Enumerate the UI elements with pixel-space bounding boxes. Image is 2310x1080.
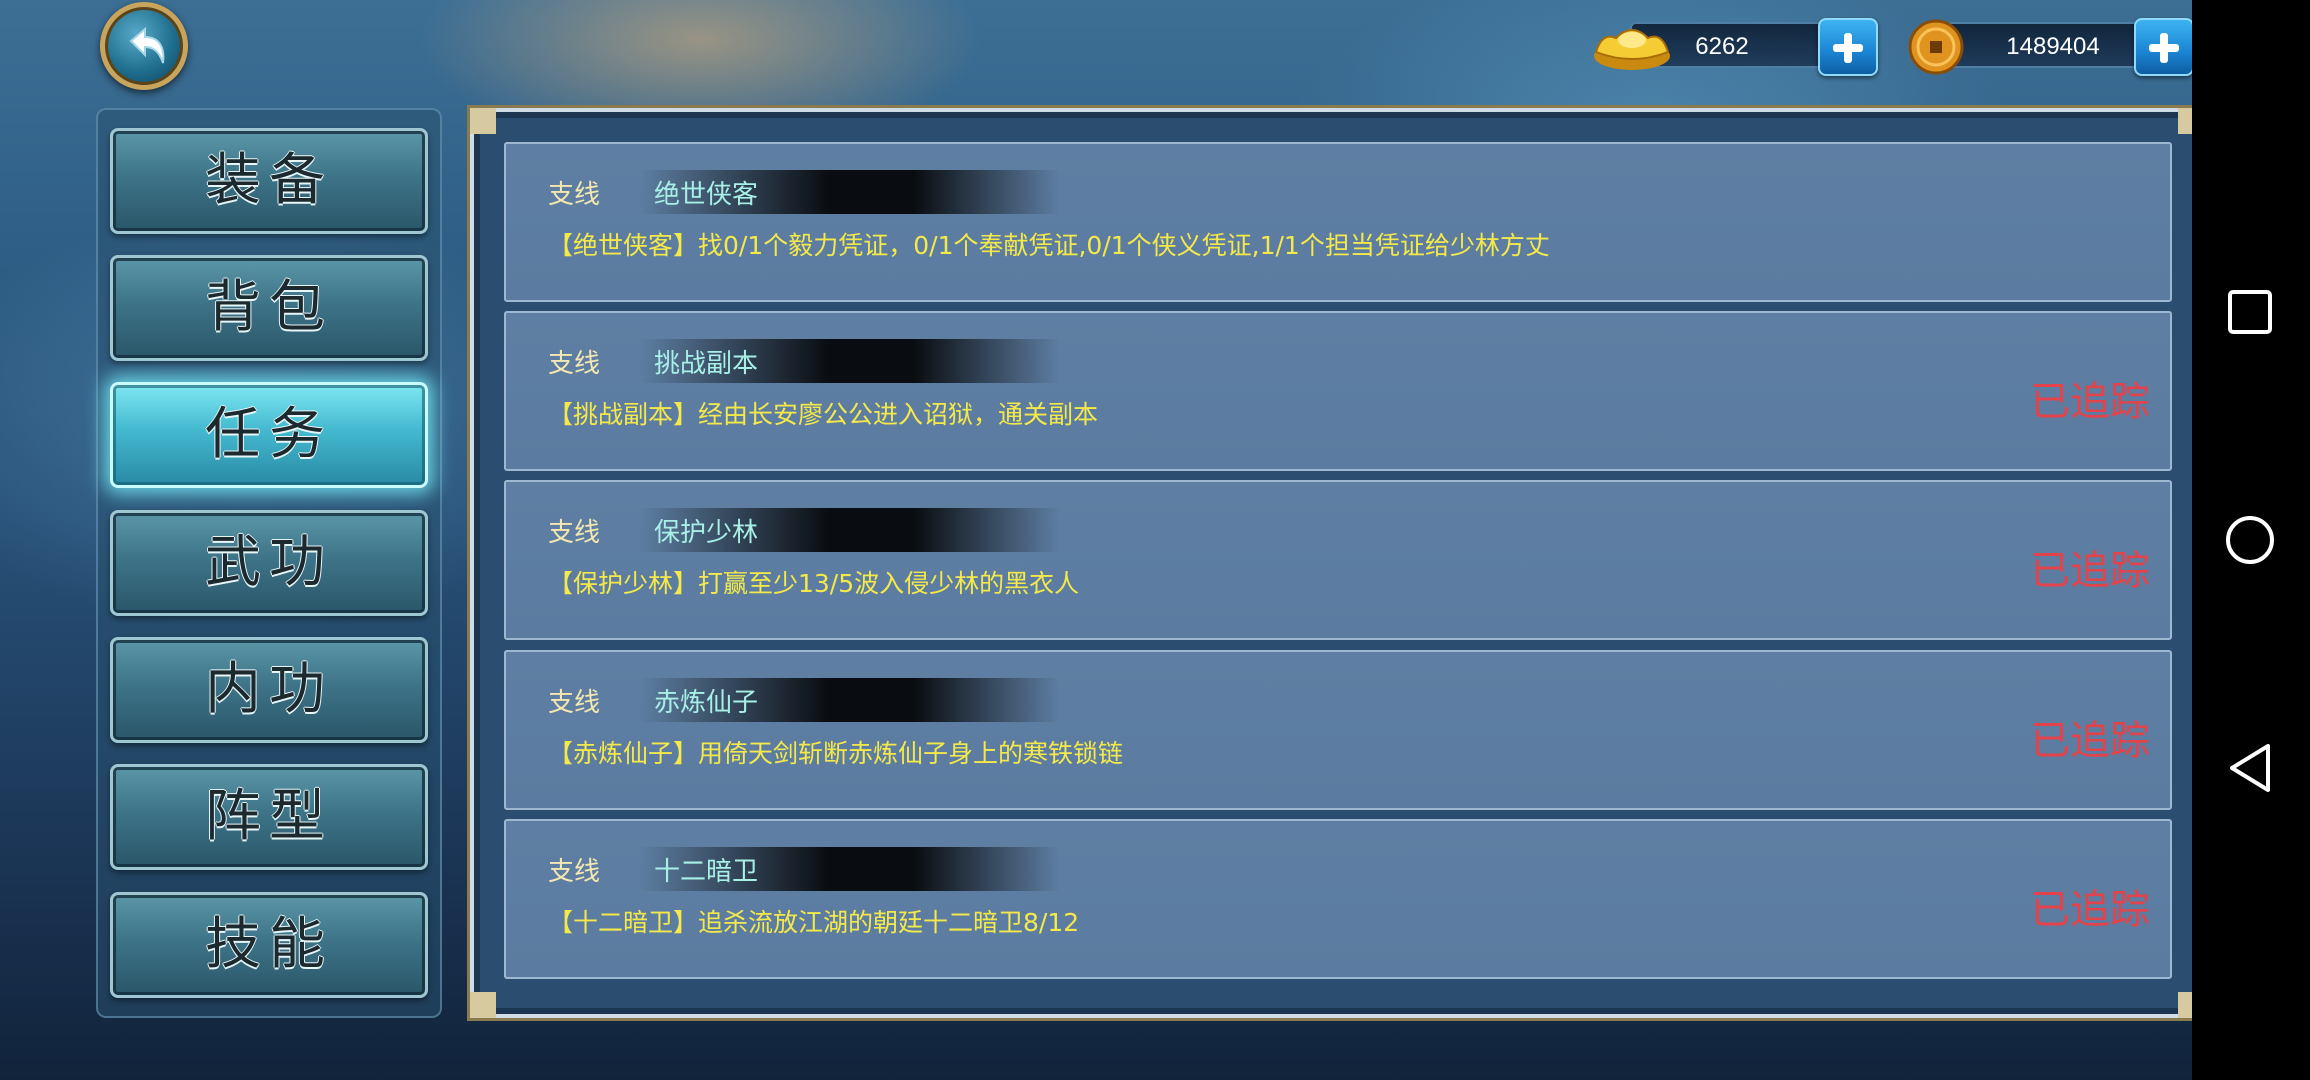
menu-formation-button[interactable]: 阵型 (110, 764, 428, 870)
quest-tracked-status: 已追踪 (2030, 718, 2150, 764)
copper-coin-icon (1908, 19, 1964, 75)
back-button[interactable] (100, 2, 188, 90)
menu-martial-arts-button[interactable]: 武功 (110, 510, 428, 616)
menu-equipment-label: 装备 (205, 148, 333, 213)
coin-currency: 1489404 (1906, 18, 2196, 76)
coin-amount-field: 1489404 (1946, 22, 2156, 68)
quest-description: 【赤炼仙子】用倚天剑斩断赤炼仙子身上的寒铁锁链 (548, 739, 1124, 768)
quest-item[interactable]: 支线 赤炼仙子 【赤炼仙子】用倚天剑斩断赤炼仙子身上的寒铁锁链 已追踪 (504, 650, 2172, 810)
menu-inner-power-button[interactable]: 内功 (110, 637, 428, 743)
gold-ingot-icon (1594, 29, 1670, 70)
menu-quest-label: 任务 (205, 402, 333, 467)
quest-description: 【十二暗卫】追杀流放江湖的朝廷十二暗卫8/12 (548, 908, 1080, 937)
quest-name: 挑战副本 (654, 349, 759, 379)
home-icon[interactable] (2192, 512, 2310, 568)
quest-item[interactable]: 支线 挑战副本 【挑战副本】经由长安廖公公进入诏狱，通关副本 已追踪 (504, 311, 2172, 471)
quest-description: 【保护少林】打赢至少13/5波入侵少林的黑衣人 (548, 569, 1080, 598)
menu-skills-label: 技能 (205, 912, 333, 977)
menu-formation-label: 阵型 (205, 784, 333, 849)
menu-martial-arts-label: 武功 (205, 530, 333, 595)
menu-skills-button[interactable]: 技能 (110, 892, 428, 998)
quest-name: 保护少林 (654, 518, 759, 548)
menu-bag-label: 背包 (205, 275, 333, 340)
quest-tracked-status: 已追踪 (2030, 887, 2150, 933)
quest-description: 【绝世侠客】找0/1个毅力凭证，0/1个奉献凭证,0/1个侠义凭证,1/1个担当… (548, 231, 1550, 260)
menu-equipment-button[interactable]: 装备 (110, 128, 428, 234)
quest-item[interactable]: 支线 十二暗卫 【十二暗卫】追杀流放江湖的朝廷十二暗卫8/12 已追踪 (504, 819, 2172, 979)
quest-name: 十二暗卫 (654, 857, 759, 887)
quest-tracked-status: 已追踪 (2030, 379, 2150, 425)
coin-amount: 1489404 (2006, 33, 2100, 60)
panel-corner-ornament (470, 992, 496, 1018)
recent-apps-icon[interactable] (2192, 284, 2310, 340)
quest-type: 支线 (548, 688, 601, 718)
gold-currency: 6262 (1590, 18, 1880, 76)
quest-name: 赤炼仙子 (654, 688, 759, 718)
quest-type: 支线 (548, 180, 601, 210)
quest-type: 支线 (548, 518, 601, 548)
back-nav-icon[interactable] (2192, 740, 2310, 796)
quest-description: 【挑战副本】经由长安廖公公进入诏狱，通关副本 (548, 400, 1099, 429)
add-gold-button[interactable] (1818, 18, 1878, 76)
add-coin-button[interactable] (2134, 18, 2194, 76)
back-arrow-icon (129, 26, 165, 64)
quest-name: 绝世侠客 (654, 180, 759, 210)
quest-type: 支线 (548, 349, 601, 379)
android-nav-bar (2192, 0, 2310, 1080)
side-menu: 装备 背包 任务 武功 内功 阵型 技能 (96, 108, 442, 1018)
menu-bag-button[interactable]: 背包 (110, 255, 428, 361)
game-screen: 6262 1489404 装备 背包 任务 武功 内功 阵型 技能 支线 绝世侠… (0, 0, 2310, 1080)
quest-list-panel: 支线 绝世侠客 【绝世侠客】找0/1个毅力凭证，0/1个奉献凭证,0/1个侠义凭… (470, 108, 2204, 1018)
quest-item[interactable]: 支线 绝世侠客 【绝世侠客】找0/1个毅力凭证，0/1个奉献凭证,0/1个侠义凭… (504, 142, 2172, 302)
quest-tracked-status: 已追踪 (2030, 548, 2150, 594)
menu-inner-power-label: 内功 (205, 657, 333, 722)
quest-item[interactable]: 支线 保护少林 【保护少林】打赢至少13/5波入侵少林的黑衣人 已追踪 (504, 480, 2172, 640)
menu-quest-button[interactable]: 任务 (110, 382, 428, 488)
panel-corner-ornament (470, 108, 496, 134)
quest-type: 支线 (548, 857, 601, 887)
